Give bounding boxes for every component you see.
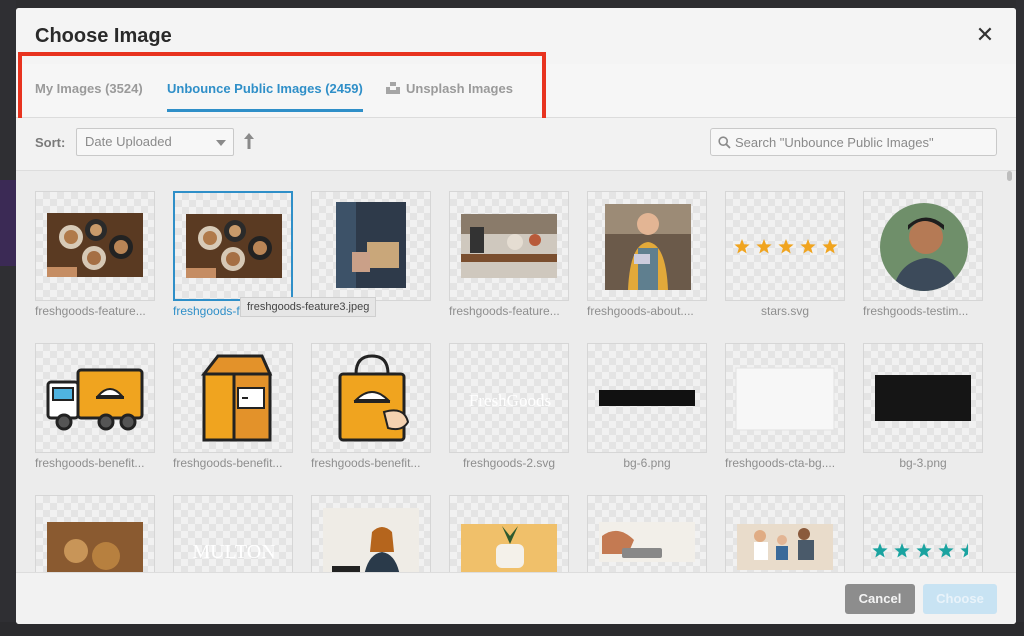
app-backdrop-bottom [0, 622, 1024, 636]
tab-label: Unbounce Public Images (2459) [167, 81, 363, 96]
scrollbar-thumb[interactable] [1007, 171, 1012, 181]
image-tile[interactable]: bg-3.png [863, 343, 983, 493]
image-tile[interactable]: eature... [311, 191, 431, 341]
image-filename: freshgoods-testim... [863, 304, 969, 318]
image-thumbnail[interactable] [311, 191, 431, 301]
filename-tooltip: freshgoods-feature3.jpeg [240, 297, 377, 317]
cancel-button[interactable]: Cancel [845, 584, 915, 614]
image-thumbnail[interactable] [863, 343, 983, 453]
image-thumbnail[interactable] [35, 191, 155, 301]
image-tile[interactable] [311, 495, 431, 572]
image-thumbnail[interactable] [173, 343, 293, 453]
modal-header: Choose Image ✕ [16, 8, 1016, 64]
image-tile[interactable]: freshgoods-testim... [863, 191, 983, 341]
tab-unsplash-images[interactable]: Unsplash Images [386, 64, 513, 118]
image-filename: bg-3.png [899, 456, 947, 470]
image-thumbnail[interactable] [173, 191, 293, 301]
image-thumbnail[interactable] [587, 191, 707, 301]
image-tile[interactable] [725, 495, 845, 572]
image-thumbnail[interactable] [725, 495, 845, 572]
image-tile[interactable] [863, 495, 983, 572]
search-box[interactable] [710, 128, 997, 156]
image-thumbnail[interactable] [311, 343, 431, 453]
image-thumbnail[interactable]: FreshGoods [449, 343, 569, 453]
image-filename: freshgoods-about.... [587, 304, 694, 318]
image-thumbnail[interactable] [449, 495, 569, 572]
image-tile[interactable]: freshgoods-benefit... [173, 343, 293, 493]
image-thumbnail[interactable] [35, 495, 155, 572]
image-filename: freshgoods-2.svg [462, 456, 556, 470]
image-tile[interactable] [449, 495, 569, 572]
arrow-up-icon[interactable] [242, 130, 256, 152]
image-filename: stars.svg [760, 304, 809, 318]
image-thumbnail[interactable] [725, 343, 845, 453]
image-thumbnail[interactable] [449, 191, 569, 301]
image-thumbnail[interactable]: MULTON [173, 495, 293, 572]
tab-label: My Images (3524) [35, 81, 143, 96]
image-tile[interactable]: freshgoods-feature... [449, 191, 569, 341]
image-filename: freshgoods-feature... [449, 304, 560, 318]
image-grid: freshgoods-feature... freshgoods-feaeatur… [16, 170, 1016, 572]
image-tile[interactable]: freshgoods-fea [173, 191, 293, 341]
image-tile[interactable] [35, 495, 155, 572]
tab-label: Unsplash Images [406, 81, 513, 96]
image-thumbnail[interactable] [587, 343, 707, 453]
tab-my-images[interactable]: My Images (3524) [35, 64, 143, 118]
image-tile[interactable]: freshgoods-benefit... [311, 343, 431, 493]
image-thumbnail[interactable] [35, 343, 155, 453]
image-tile[interactable]: freshgoods-benefit... [35, 343, 155, 493]
search-input[interactable] [735, 132, 990, 152]
image-filename: freshgoods-cta-bg.... [725, 456, 836, 470]
image-tile[interactable]: MULTON [173, 495, 293, 572]
image-tile[interactable]: freshgoods-cta-bg.... [725, 343, 845, 493]
image-tile[interactable]: freshgoods-feature... [35, 191, 155, 341]
app-backdrop-right [1016, 0, 1024, 636]
toolbar: Sort: Date Uploaded [16, 118, 1016, 170]
sort-select-value: Date Uploaded [85, 134, 172, 149]
close-icon[interactable]: ✕ [973, 23, 997, 47]
app-backdrop-left [0, 0, 16, 636]
image-thumbnail[interactable] [863, 495, 983, 572]
chevron-down-icon [216, 140, 226, 146]
image-tile[interactable]: bg-6.png [587, 343, 707, 493]
logo-text: FreshGoods [469, 391, 551, 410]
image-thumbnail[interactable] [863, 191, 983, 301]
image-filename: freshgoods-benefit... [173, 456, 283, 470]
image-filename: freshgoods-feature... [35, 304, 146, 318]
sort-select[interactable]: Date Uploaded [76, 128, 234, 156]
image-thumbnail[interactable] [725, 191, 845, 301]
sort-label: Sort: [35, 135, 66, 150]
unsplash-icon [386, 82, 400, 94]
image-filename: bg-6.png [623, 456, 671, 470]
modal-title: Choose Image [35, 25, 172, 47]
modal-footer: Cancel Choose [16, 572, 1016, 624]
search-icon [718, 136, 731, 149]
image-tile[interactable] [587, 495, 707, 572]
image-filename: freshgoods-benefit... [311, 456, 421, 470]
image-tile[interactable]: FreshGoods freshgoods-2.svg [449, 343, 569, 493]
choose-button[interactable]: Choose [923, 584, 997, 614]
image-filename: freshgoods-benefit... [35, 456, 145, 470]
image-thumbnail[interactable] [587, 495, 707, 572]
image-tile[interactable]: freshgoods-about.... [587, 191, 707, 341]
scrollbar[interactable] [1005, 171, 1014, 572]
app-backdrop-top [0, 0, 1024, 8]
tab-unbounce-public-images[interactable]: Unbounce Public Images (2459) [167, 64, 363, 118]
choose-image-modal: Choose Image ✕ My Images (3524) Unbounce… [16, 8, 1016, 624]
image-tile[interactable]: stars.svg [725, 191, 845, 341]
image-source-tabs: My Images (3524) Unbounce Public Images … [16, 64, 1016, 118]
logo-text: MULTON [192, 541, 275, 563]
active-tab-indicator [167, 109, 363, 112]
image-thumbnail[interactable] [311, 495, 431, 572]
app-backdrop-accent [0, 180, 16, 266]
